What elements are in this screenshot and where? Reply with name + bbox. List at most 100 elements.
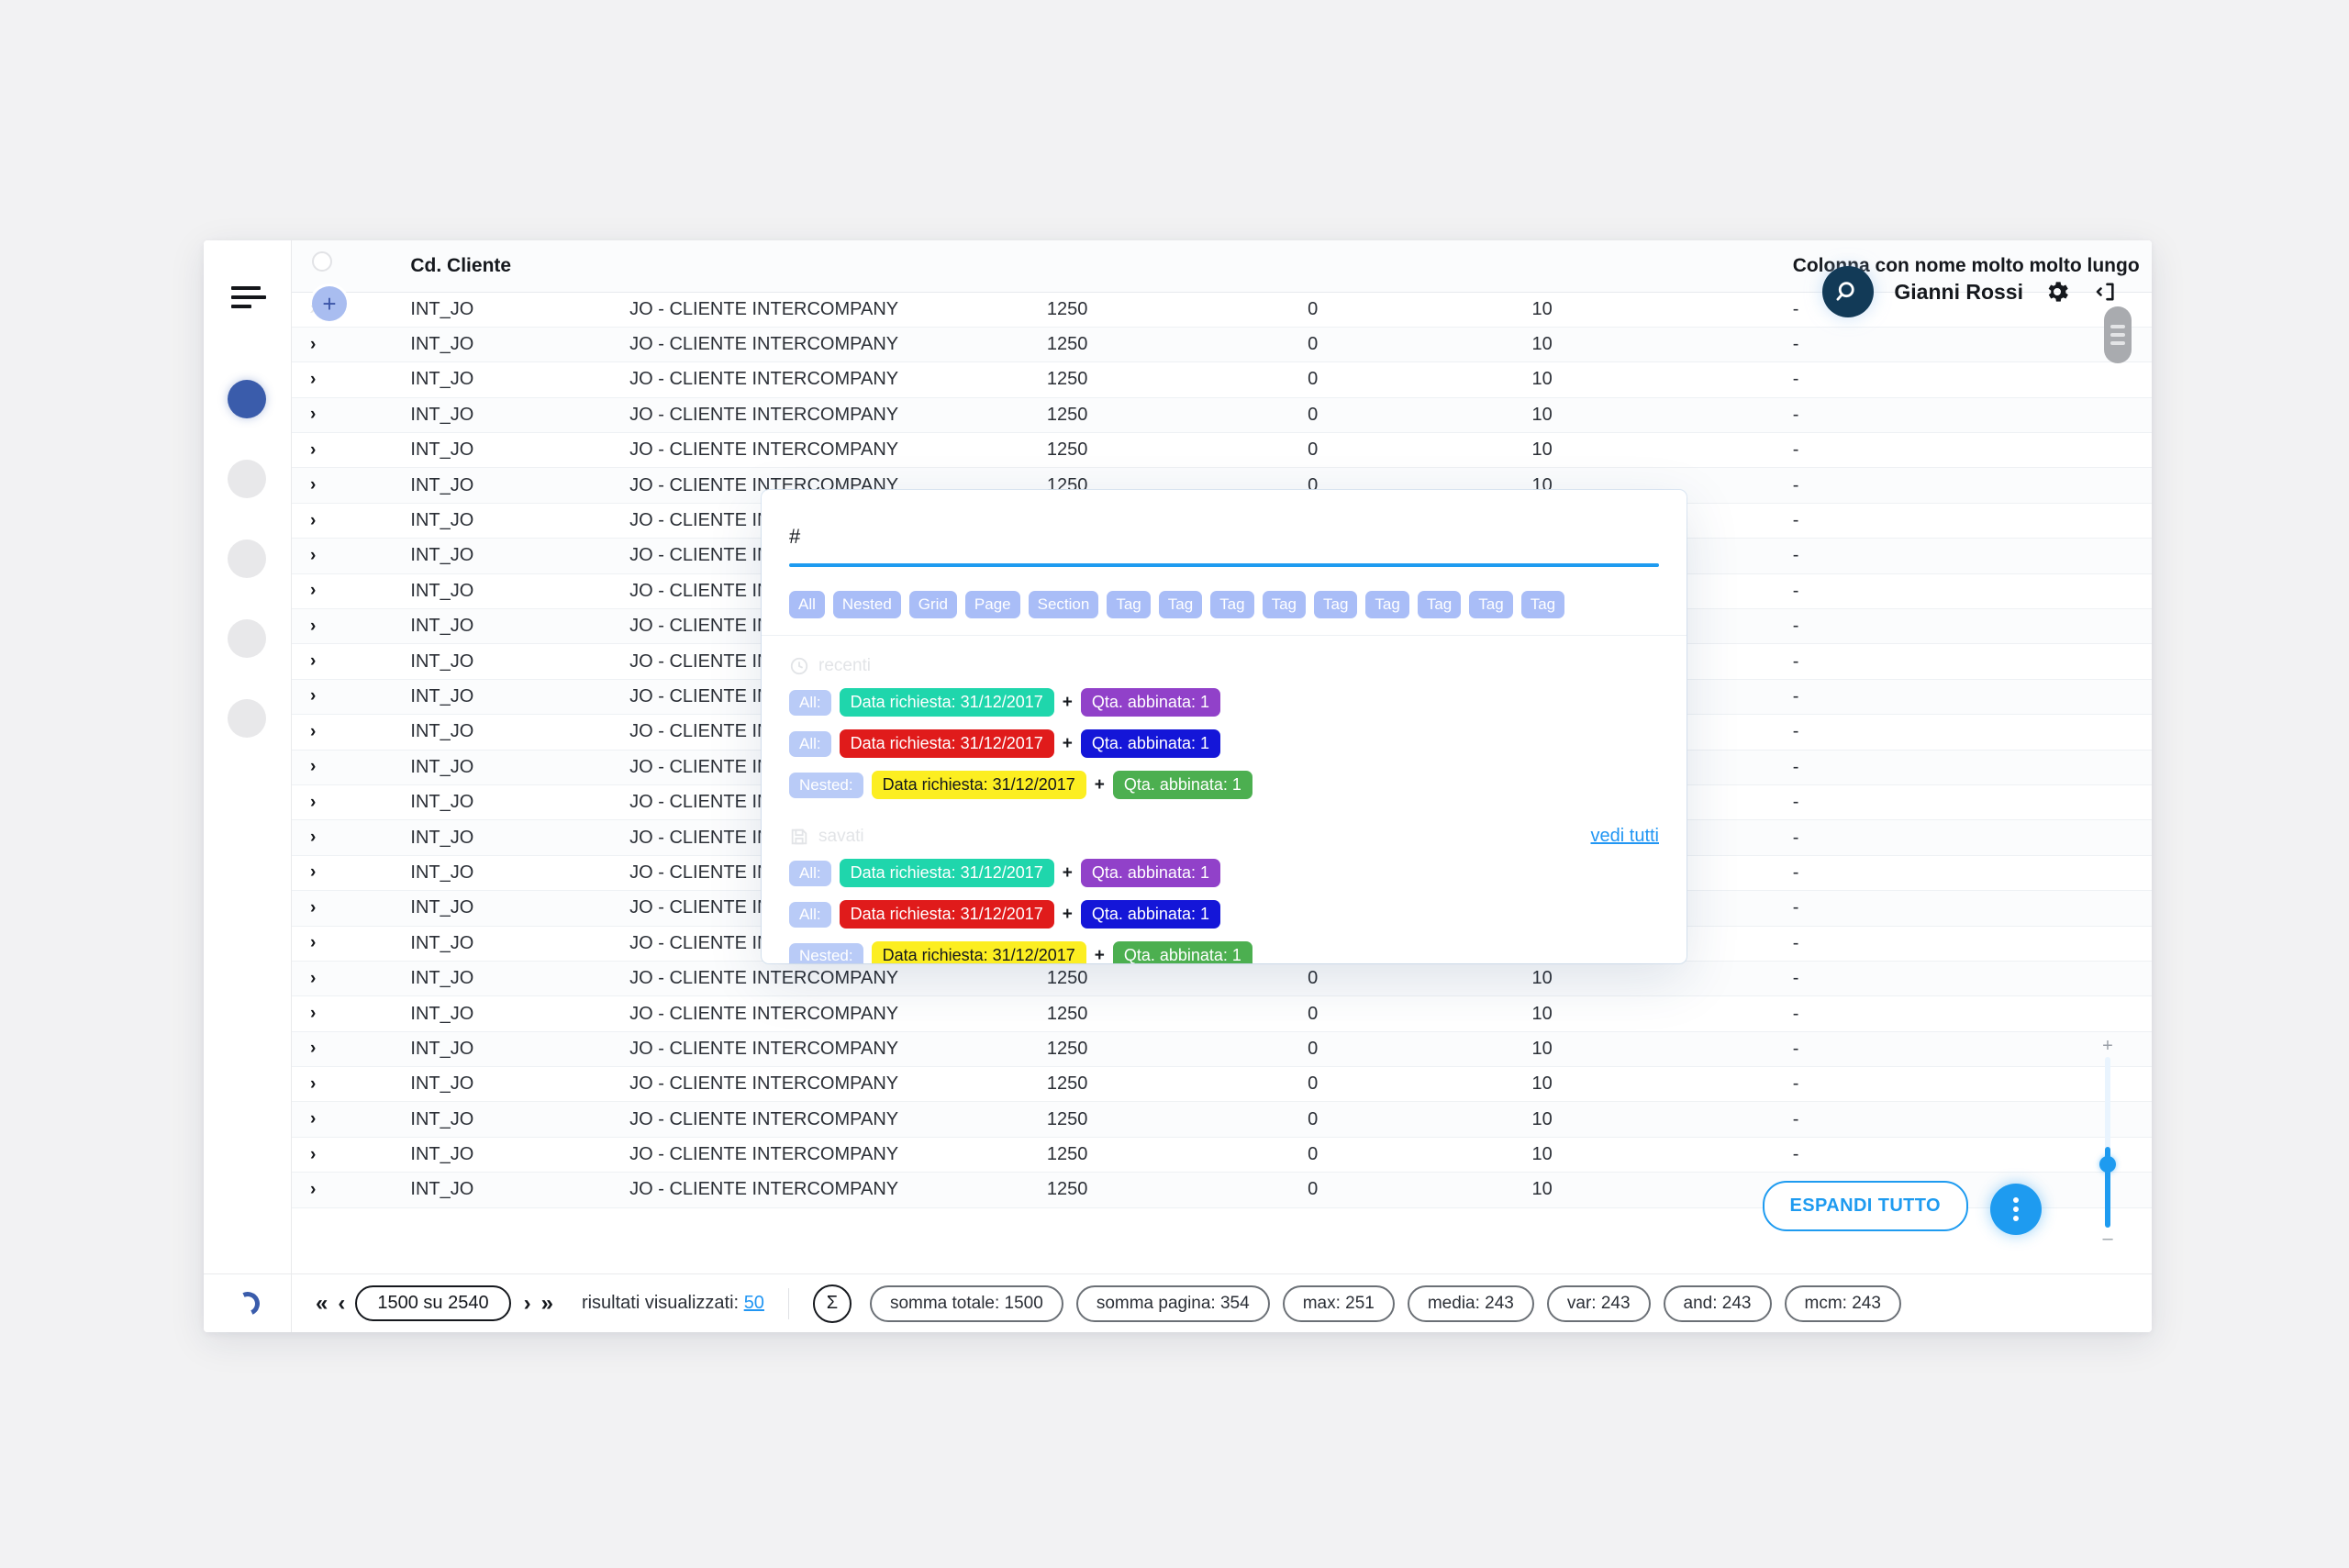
cell-cliente[interactable]: INT_JO [394,1066,614,1103]
cell-dash[interactable]: - [1776,327,2152,363]
row-expand-chevron-icon[interactable]: › [292,961,340,997]
collapse-panel-icon[interactable] [2091,279,2117,305]
table-row[interactable]: ›INT_JOJO - CLIENTE INTERCOMPANY1250010- [292,397,2152,434]
cell-num2[interactable]: 0 [1291,1031,1516,1068]
filter-tag[interactable]: Qta. abbinata: 1 [1112,941,1252,963]
saved-search-item[interactable]: Nested: Data richiesta: 31/12/2017 + Qta. a… [762,935,1687,963]
status-badge[interactable]: var: 243 [1546,1284,1651,1322]
cell-num1[interactable]: 1250 [1030,1101,1292,1138]
zoom-slider[interactable]: + – [2089,1037,2126,1248]
add-column-button[interactable]: + [312,286,347,321]
filter-tag[interactable]: Qta. abbinata: 1 [1080,729,1220,759]
row-expand-chevron-icon[interactable]: › [292,714,340,751]
sidebar-item-nav-dot-3[interactable] [228,539,266,578]
search-scope-chip[interactable]: Tag [1262,591,1306,619]
more-vertical-icon[interactable] [1990,1184,2042,1235]
cell-dash[interactable]: - [1776,819,2152,856]
saved-search-item[interactable]: All: Data richiesta: 31/12/2017 + Qta. abbi… [762,894,1687,935]
cell-cliente[interactable]: INT_JO [394,432,614,469]
cell-num3[interactable]: 10 [1515,1031,1776,1068]
cell-num2[interactable]: 0 [1291,397,1516,434]
search-scope-chip[interactable]: Tag [1520,591,1565,619]
cell-dash[interactable]: - [1776,608,2152,645]
search-icon[interactable] [1822,266,1875,317]
cell-cliente[interactable]: INT_JO [394,995,614,1032]
filter-tag[interactable]: Data richiesta: 31/12/2017 [839,688,1054,717]
cell-num2[interactable]: 0 [1291,327,1516,363]
cell-dash[interactable]: - [1776,926,2152,962]
cell-descrizione[interactable]: JO - CLIENTE INTERCOMPANY [613,961,1030,997]
cell-cliente[interactable]: INT_JO [394,855,614,892]
cell-cliente[interactable]: INT_JO [394,750,614,785]
search-scope-chip[interactable]: Tag [1365,591,1409,619]
cell-num1[interactable]: 1250 [1030,961,1292,997]
cell-num3[interactable]: 10 [1515,397,1776,434]
search-scope-chip[interactable]: Nested [832,591,901,619]
row-expand-chevron-icon[interactable]: › [292,926,340,962]
cell-descrizione[interactable]: JO - CLIENTE INTERCOMPANY [613,397,1030,434]
status-badge[interactable]: mcm: 243 [1784,1284,1901,1322]
cell-num3[interactable]: 10 [1515,292,1776,328]
cell-num3[interactable]: 10 [1515,1101,1776,1138]
see-all-link[interactable]: vedi tutti [1591,826,1659,847]
cell-dash[interactable]: - [1776,855,2152,892]
cell-num3[interactable]: 10 [1515,1137,1776,1173]
cell-cliente[interactable]: INT_JO [394,503,614,539]
cell-dash[interactable]: - [1776,961,2152,997]
cell-dash[interactable]: - [1776,679,2152,716]
cell-cliente[interactable]: INT_JO [394,538,614,574]
row-expand-chevron-icon[interactable]: › [292,784,340,821]
cell-dash[interactable]: - [1776,361,2152,398]
column-header-num3[interactable] [1515,240,1776,293]
row-expand-chevron-icon[interactable]: › [292,679,340,716]
cell-dash[interactable]: - [1776,750,2152,785]
table-row[interactable]: ›INT_JOJO - CLIENTE INTERCOMPANY1250010- [292,432,2152,469]
sidebar-item-nav-dot-5[interactable] [228,699,266,738]
cell-num2[interactable]: 0 [1291,292,1516,328]
filter-tag[interactable]: Data richiesta: 31/12/2017 [839,859,1054,888]
cell-num2[interactable]: 0 [1291,361,1516,398]
filter-tag[interactable]: Qta. abbinata: 1 [1080,688,1220,717]
cell-cliente[interactable]: INT_JO [394,926,614,962]
row-expand-chevron-icon[interactable]: › [292,1101,340,1138]
cell-num2[interactable]: 0 [1291,432,1516,469]
row-expand-chevron-icon[interactable]: › [292,1172,340,1208]
recent-search-item[interactable]: All: Data richiesta: 31/12/2017 + Qta. abbi… [762,682,1687,723]
cell-descrizione[interactable]: JO - CLIENTE INTERCOMPANY [613,432,1030,469]
saved-search-item[interactable]: All: Data richiesta: 31/12/2017 + Qta. abbi… [762,852,1687,894]
row-expand-chevron-icon[interactable]: › [292,819,340,856]
cell-descrizione[interactable]: JO - CLIENTE INTERCOMPANY [613,1031,1030,1068]
cell-num1[interactable]: 1250 [1030,432,1292,469]
search-scope-chip[interactable]: Page [964,591,1020,619]
table-row[interactable]: ›INT_JOJO - CLIENTE INTERCOMPANY1250010- [292,361,2152,398]
filter-tag[interactable]: Qta. abbinata: 1 [1112,771,1252,800]
first-page-button[interactable]: « [316,1291,328,1317]
column-header-num2[interactable] [1291,240,1516,293]
table-row[interactable]: ›INT_JOJO - CLIENTE INTERCOMPANY1250010- [292,1031,2152,1068]
cell-dash[interactable]: - [1776,890,2152,927]
table-row[interactable]: ›INT_JOJO - CLIENTE INTERCOMPANY1250010- [292,1101,2152,1138]
row-expand-chevron-icon[interactable]: › [292,608,340,645]
cell-num1[interactable]: 1250 [1030,1137,1292,1173]
cell-cliente[interactable]: INT_JO [394,890,614,927]
cell-cliente[interactable]: INT_JO [394,292,614,328]
cell-cliente[interactable]: INT_JO [394,819,614,856]
sidebar-item-nav-dot-1[interactable] [228,380,266,418]
cell-num1[interactable]: 1250 [1030,1066,1292,1103]
sidebar-item-nav-dot-4[interactable] [228,619,266,658]
hamburger-menu-icon[interactable] [231,286,266,310]
cell-num1[interactable]: 1250 [1030,995,1292,1032]
filter-tag[interactable]: Data richiesta: 31/12/2017 [871,941,1086,963]
cell-dash[interactable]: - [1776,467,2152,504]
search-scope-chip[interactable]: Tag [1417,591,1462,619]
column-header-num1[interactable] [1030,240,1292,293]
cell-cliente[interactable]: INT_JO [394,714,614,751]
cell-cliente[interactable]: INT_JO [394,467,614,504]
cell-num1[interactable]: 1250 [1030,292,1292,328]
cell-descrizione[interactable]: JO - CLIENTE INTERCOMPANY [613,1137,1030,1173]
cell-num3[interactable]: 10 [1515,432,1776,469]
status-badge[interactable]: max: 251 [1282,1284,1395,1322]
cell-num3[interactable]: 10 [1515,995,1776,1032]
status-badge[interactable]: somma pagina: 354 [1075,1284,1270,1322]
cell-num3[interactable]: 10 [1515,327,1776,363]
